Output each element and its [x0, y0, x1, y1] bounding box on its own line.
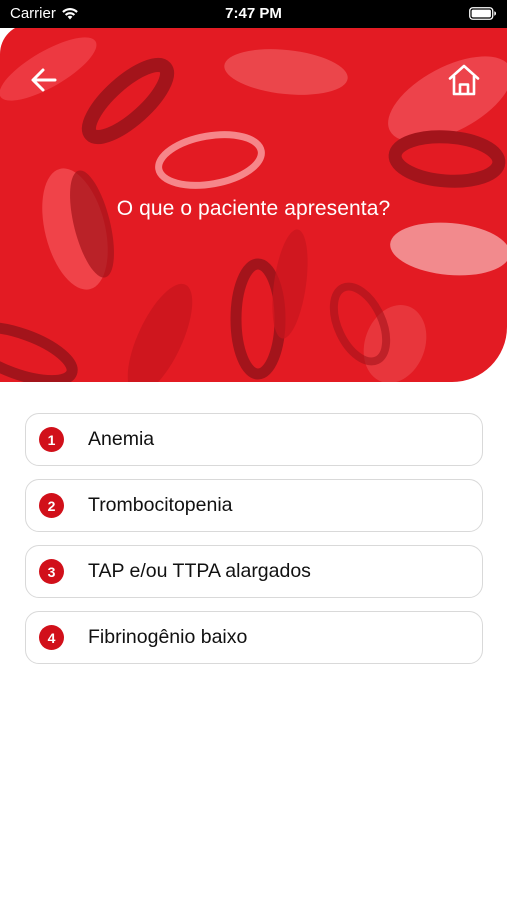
- status-time: 7:47 PM: [225, 5, 282, 22]
- screen: Carrier 7:47 PM O que o paciente apresen…: [0, 0, 507, 900]
- option-label: TAP e/ou TTPA alargados: [88, 560, 311, 582]
- arrow-left-icon: [31, 68, 57, 92]
- options-list: 1 Anemia 2 Trombocitopenia 3 TAP e/ou TT…: [25, 413, 483, 677]
- back-button[interactable]: [26, 62, 62, 98]
- option-number-badge: 4: [39, 625, 64, 650]
- page-title: O que o paciente apresenta?: [116, 197, 391, 220]
- header-banner: O que o paciente apresenta?: [0, 24, 507, 382]
- option-number-badge: 3: [39, 559, 64, 584]
- option-tap-ttpa[interactable]: 3 TAP e/ou TTPA alargados: [25, 545, 483, 598]
- status-bar: Carrier 7:47 PM: [0, 0, 507, 28]
- battery-icon: [469, 7, 497, 25]
- option-label: Anemia: [88, 428, 155, 450]
- option-trombocitopenia[interactable]: 2 Trombocitopenia: [25, 479, 483, 532]
- option-number-badge: 2: [39, 493, 64, 518]
- home-button[interactable]: [444, 60, 484, 100]
- option-fibrinogenio[interactable]: 4 Fibrinogênio baixo: [25, 611, 483, 664]
- option-anemia[interactable]: 1 Anemia: [25, 413, 483, 466]
- home-icon: [448, 64, 480, 96]
- option-label: Fibrinogênio baixo: [88, 626, 248, 648]
- option-label: Trombocitopenia: [88, 494, 233, 516]
- option-number-badge: 1: [39, 427, 64, 452]
